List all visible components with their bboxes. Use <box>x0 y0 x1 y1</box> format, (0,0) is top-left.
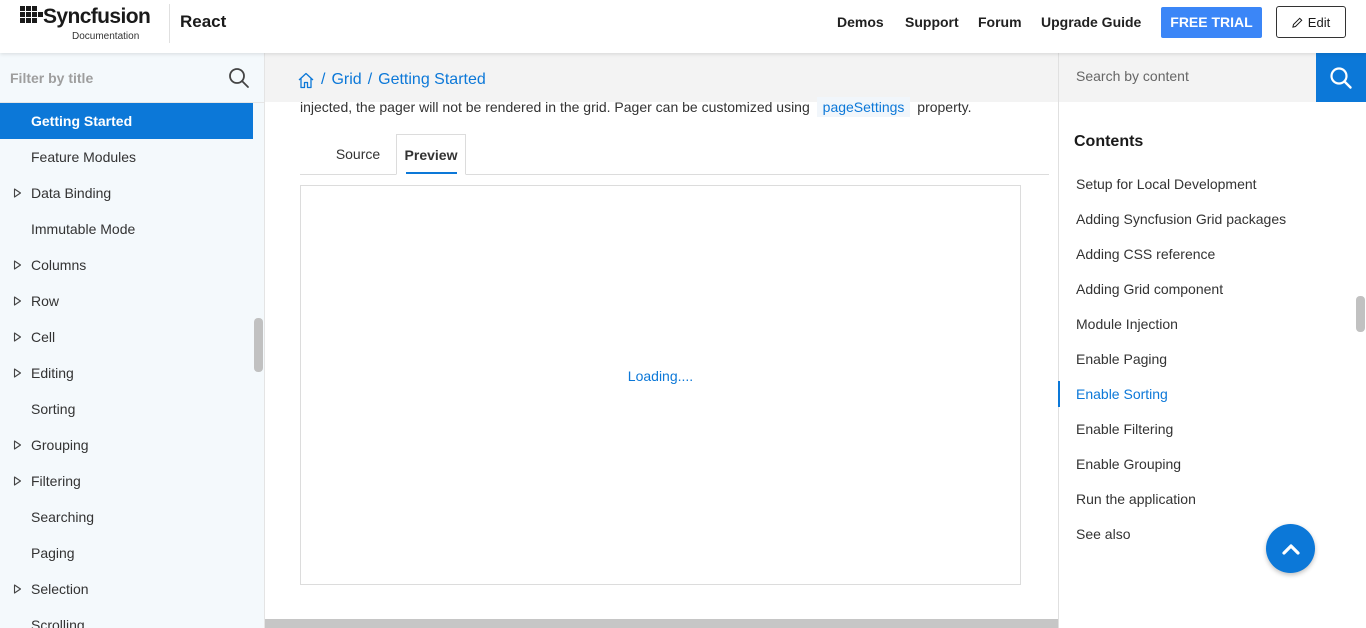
filter-box: Filter by title <box>0 53 264 103</box>
expand-triangle-icon[interactable] <box>13 260 22 270</box>
sidebar-item-scrolling[interactable]: Scrolling <box>0 607 253 628</box>
sidebar-item-searching[interactable]: Searching <box>0 499 253 535</box>
nav-demos[interactable]: Demos <box>837 14 884 30</box>
toc-active-marker <box>1058 381 1060 407</box>
edit-button-label: Edit <box>1307 14 1331 30</box>
breadcrumb-grid[interactable]: Grid <box>331 70 361 90</box>
sidebar-item-editing[interactable]: Editing <box>0 355 253 391</box>
product-name[interactable]: React <box>180 12 226 32</box>
toc-link[interactable]: Run the application <box>1076 491 1196 507</box>
sidebar-item-label: Columns <box>31 257 87 273</box>
logo-subtitle: Documentation <box>72 31 140 42</box>
toc-link[interactable]: Enable Paging <box>1076 351 1167 367</box>
sidebar-item-label: Scrolling <box>31 617 85 628</box>
sidebar-item-selection[interactable]: Selection <box>0 571 253 607</box>
active-tab-indicator <box>406 172 457 174</box>
sidebar-item-data-binding[interactable]: Data Binding <box>0 175 253 211</box>
sidebar-item-label: Searching <box>31 509 95 525</box>
sidebar-item-filtering[interactable]: Filtering <box>0 463 253 499</box>
search-icon[interactable] <box>228 67 250 89</box>
scroll-to-top-button[interactable] <box>1266 524 1315 573</box>
top-header: Syncfusion Documentation React Demos Sup… <box>0 0 1366 53</box>
right-scrollbar[interactable] <box>1356 296 1365 332</box>
contents-heading: Contents <box>1074 133 1144 150</box>
sidebar-item-label: Editing <box>31 365 74 381</box>
tab-source[interactable]: Source <box>326 134 390 175</box>
content-search-input[interactable]: Search by content <box>1076 68 1189 84</box>
expand-triangle-icon[interactable] <box>13 476 22 486</box>
nav-forum[interactable]: Forum <box>978 14 1022 30</box>
paging-paragraph: injected, the pager will not be rendered… <box>300 97 1050 117</box>
sidebar-item-label: Filtering <box>31 473 81 489</box>
sidebar-item-label: Sorting <box>31 401 76 417</box>
expand-triangle-icon[interactable] <box>13 584 22 594</box>
expand-triangle-icon[interactable] <box>13 188 22 198</box>
left-sidebar: Filter by title Getting Started Feature M… <box>0 53 265 628</box>
toc-link[interactable]: See also <box>1076 526 1130 542</box>
expand-triangle-icon[interactable] <box>13 440 22 450</box>
sidebar-item-getting-started[interactable]: Getting Started <box>0 103 253 139</box>
sidebar-scrollbar[interactable] <box>254 318 263 372</box>
breadcrumb-separator: / <box>321 71 326 88</box>
sidebar-item-label: Selection <box>31 581 89 597</box>
sidebar-item-row[interactable]: Row <box>0 283 253 319</box>
sidebar-item-label: Getting Started <box>31 113 133 129</box>
toc-link[interactable]: Adding Syncfusion Grid packages <box>1076 211 1286 227</box>
sidebar-item-columns[interactable]: Columns <box>0 247 253 283</box>
nav-support[interactable]: Support <box>905 14 959 30</box>
sidebar-item-cell[interactable]: Cell <box>0 319 253 355</box>
sidebar-item-grouping[interactable]: Grouping <box>0 427 253 463</box>
toc-link[interactable]: Module Injection <box>1076 316 1178 332</box>
nav-upgrade-guide[interactable]: Upgrade Guide <box>1041 14 1141 30</box>
toc-link[interactable]: Enable Grouping <box>1076 456 1181 472</box>
sidebar-item-paging[interactable]: Paging <box>0 535 253 571</box>
syncfusion-logo[interactable]: Syncfusion Documentation <box>20 5 151 43</box>
edit-button[interactable]: Edit <box>1276 6 1346 38</box>
sidebar-item-label: Feature Modules <box>31 149 137 165</box>
chevron-up-icon <box>1281 543 1300 555</box>
expand-triangle-icon[interactable] <box>13 368 22 378</box>
code-pagesettings: pageSettings <box>816 97 911 117</box>
toc-link[interactable]: Adding Grid component <box>1076 281 1223 297</box>
tab-preview[interactable]: Preview <box>396 134 466 175</box>
sidebar-item-feature-modules[interactable]: Feature Modules <box>0 139 253 175</box>
toc-link[interactable]: Enable Sorting <box>1076 386 1168 402</box>
toc-link[interactable]: Enable Filtering <box>1076 421 1173 437</box>
sidebar-item-label: Paging <box>31 545 75 561</box>
pencil-icon <box>1292 17 1303 28</box>
expand-triangle-icon[interactable] <box>13 296 22 306</box>
search-icon <box>1330 66 1352 89</box>
sidebar-item-label: Cell <box>31 329 56 345</box>
filter-input[interactable]: Filter by title <box>10 70 93 86</box>
sidebar-item-immutable-mode[interactable]: Immutable Mode <box>0 211 253 247</box>
expand-triangle-icon[interactable] <box>13 332 22 342</box>
paragraph-text-end: property. <box>917 99 972 115</box>
sidebar-item-sorting[interactable]: Sorting <box>0 391 253 427</box>
toc-link[interactable]: Setup for Local Development <box>1076 176 1257 192</box>
preview-panel: Loading.... <box>300 185 1021 585</box>
loading-text: Loading.... <box>627 368 694 384</box>
code-tabs: Source Preview <box>300 134 1049 175</box>
toc-link[interactable]: Adding CSS reference <box>1076 246 1215 262</box>
home-icon[interactable] <box>297 72 315 89</box>
breadcrumb-current[interactable]: Getting Started <box>378 70 486 90</box>
sidebar-item-label: Grouping <box>31 437 89 453</box>
search-button[interactable] <box>1316 53 1366 102</box>
breadcrumb-separator: / <box>367 71 373 88</box>
sidebar-item-label: Row <box>31 293 60 309</box>
tab-label: Preview <box>404 147 458 163</box>
header-divider <box>169 4 170 43</box>
sidebar-item-label: Data Binding <box>31 185 112 201</box>
tab-label: Source <box>335 146 381 162</box>
paragraph-text: injected, the pager will not be rendered… <box>300 99 810 115</box>
grid-logo-icon <box>20 6 43 26</box>
logo-wordmark: Syncfusion <box>43 5 151 28</box>
breadcrumb: / Grid / Getting Started <box>297 70 486 90</box>
horizontal-scrollbar[interactable] <box>265 619 1058 628</box>
sidebar-item-label: Immutable Mode <box>31 221 136 237</box>
free-trial-button[interactable]: FREE TRIAL <box>1161 7 1262 38</box>
